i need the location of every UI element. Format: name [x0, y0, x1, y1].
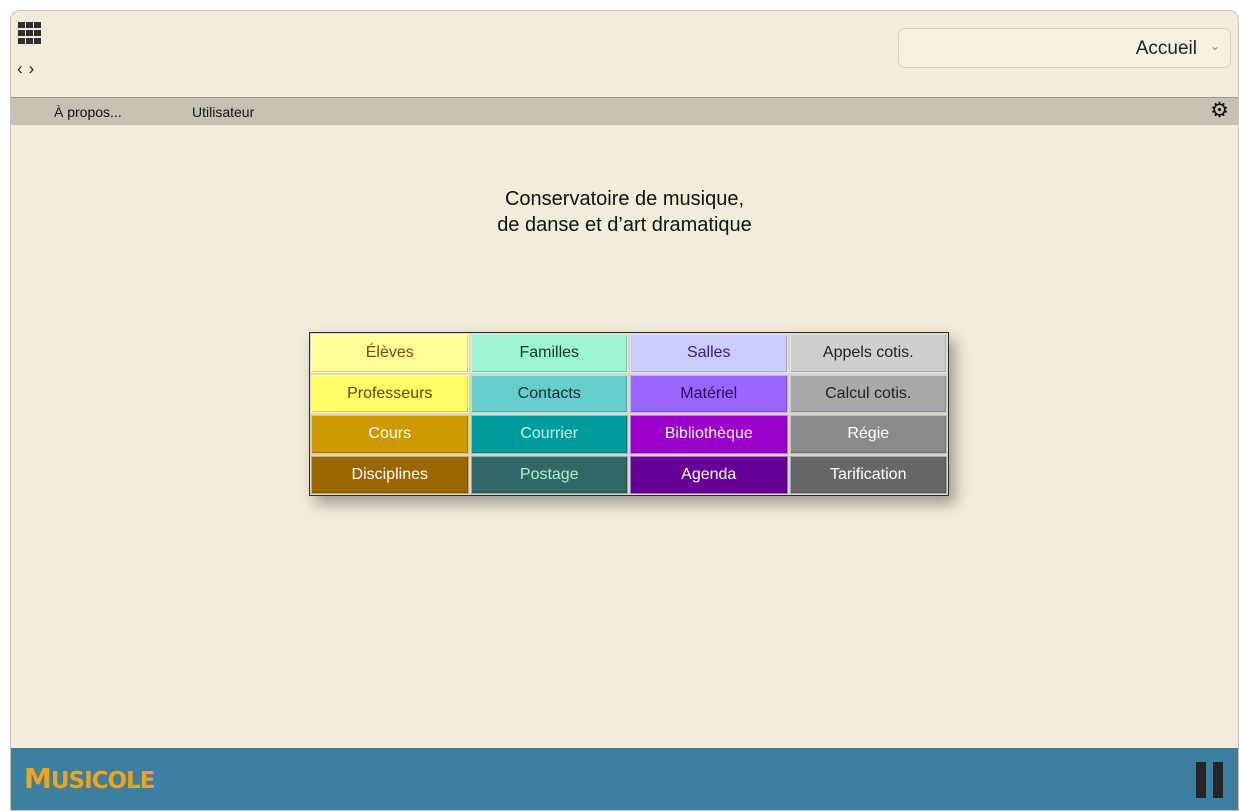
module-tile-professeurs[interactable]: Professeurs [311, 374, 469, 413]
menu-bar: À propos... Utilisateur ⚙ [11, 97, 1238, 125]
module-tile-regie[interactable]: Régie [789, 415, 947, 454]
nav-arrows: ‹› [17, 59, 40, 79]
module-tile-familles[interactable]: Familles [470, 334, 628, 373]
module-tile-courrier[interactable]: Courrier [470, 415, 628, 454]
module-tile-tarification[interactable]: Tarification [789, 455, 947, 494]
module-tile-materiel[interactable]: Matériel [630, 374, 788, 413]
page-select[interactable]: Accueil ⌄ [898, 28, 1231, 68]
module-tile-agenda[interactable]: Agenda [630, 455, 788, 494]
module-tile-contacts[interactable]: Contacts [470, 374, 628, 413]
top-bar: ‹› Accueil ⌄ [11, 11, 1238, 97]
module-tile-bibliotheque[interactable]: Bibliothèque [630, 415, 788, 454]
pause-icon[interactable] [1196, 762, 1223, 798]
module-tile-calcul-cotis[interactable]: Calcul cotis. [789, 374, 947, 413]
chevron-down-icon: ⌄ [1209, 39, 1220, 53]
chevron-right-icon[interactable]: › [29, 59, 41, 78]
menu-item-about[interactable]: À propos... [54, 104, 122, 120]
gear-icon[interactable]: ⚙ [1210, 100, 1229, 122]
module-grid: Élèves Familles Salles Appels cotis. Profess… [309, 332, 949, 496]
footer-bar: MUSICOLE [11, 748, 1238, 810]
module-tile-eleves[interactable]: Élèves [311, 334, 469, 373]
module-tile-appels-cotis[interactable]: Appels cotis. [789, 334, 947, 373]
module-tile-cours[interactable]: Cours [311, 415, 469, 454]
chevron-left-icon[interactable]: ‹ [17, 59, 29, 78]
page-title-line2: de danse et d’art dramatique [497, 214, 752, 236]
module-tile-disciplines[interactable]: Disciplines [311, 455, 469, 494]
app-grid-icon[interactable] [18, 22, 42, 46]
module-tile-postage[interactable]: Postage [470, 455, 628, 494]
musicole-logo: MUSICOLE [24, 762, 155, 795]
app-window: ‹› Accueil ⌄ À propos... Utilisateur ⚙ C… [10, 10, 1239, 811]
page-title-line1: Conservatoire de musique, [504, 188, 744, 210]
menu-item-user[interactable]: Utilisateur [192, 104, 254, 120]
page-select-value: Accueil [1135, 38, 1197, 59]
module-tile-salles[interactable]: Salles [630, 334, 788, 373]
